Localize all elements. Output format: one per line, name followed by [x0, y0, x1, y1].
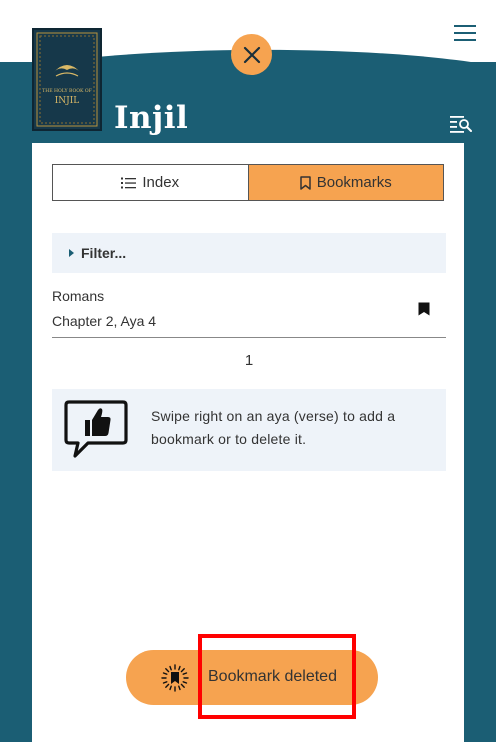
tab-bar: Index Bookmarks — [52, 164, 444, 201]
thumbs-up-chat-icon — [64, 400, 128, 458]
filter-label: Filter... — [81, 245, 127, 261]
page-number[interactable]: 1 — [52, 352, 446, 369]
close-button[interactable] — [231, 34, 272, 75]
bookmark-book: Romans — [52, 288, 105, 304]
bookmark-outline-icon — [299, 175, 311, 190]
list-icon — [121, 177, 137, 188]
bookmark-row[interactable]: Romans Chapter 2, Aya 4 — [52, 282, 446, 338]
tab-index[interactable]: Index — [53, 165, 248, 200]
tab-bookmarks[interactable]: Bookmarks — [247, 165, 443, 200]
close-icon — [243, 46, 260, 63]
highlight-box — [198, 634, 356, 719]
bookmark-reference: Chapter 2, Aya 4 — [52, 313, 157, 329]
caret-right-icon — [69, 249, 74, 257]
bookmark-burst-icon — [161, 664, 189, 692]
menu-icon[interactable] — [454, 24, 476, 42]
bookmark-icon[interactable] — [418, 302, 430, 316]
hint-text: Swipe right on an aya (verse) to add a b… — [151, 408, 396, 447]
book-cover-image: THE HOLY BOOK OF INJIL — [32, 28, 102, 131]
book-cover-line1: THE HOLY BOOK OF — [42, 88, 92, 94]
tab-bookmarks-label: Bookmarks — [316, 174, 392, 191]
tab-index-label: Index — [142, 174, 180, 191]
filter-toggle[interactable]: Filter... — [52, 233, 446, 273]
swipe-hint: Swipe right on an aya (verse) to add a b… — [52, 389, 446, 471]
app-title: Injil — [114, 100, 189, 136]
book-cover-line2: INJIL — [55, 96, 80, 106]
search-list-icon[interactable] — [450, 114, 472, 134]
